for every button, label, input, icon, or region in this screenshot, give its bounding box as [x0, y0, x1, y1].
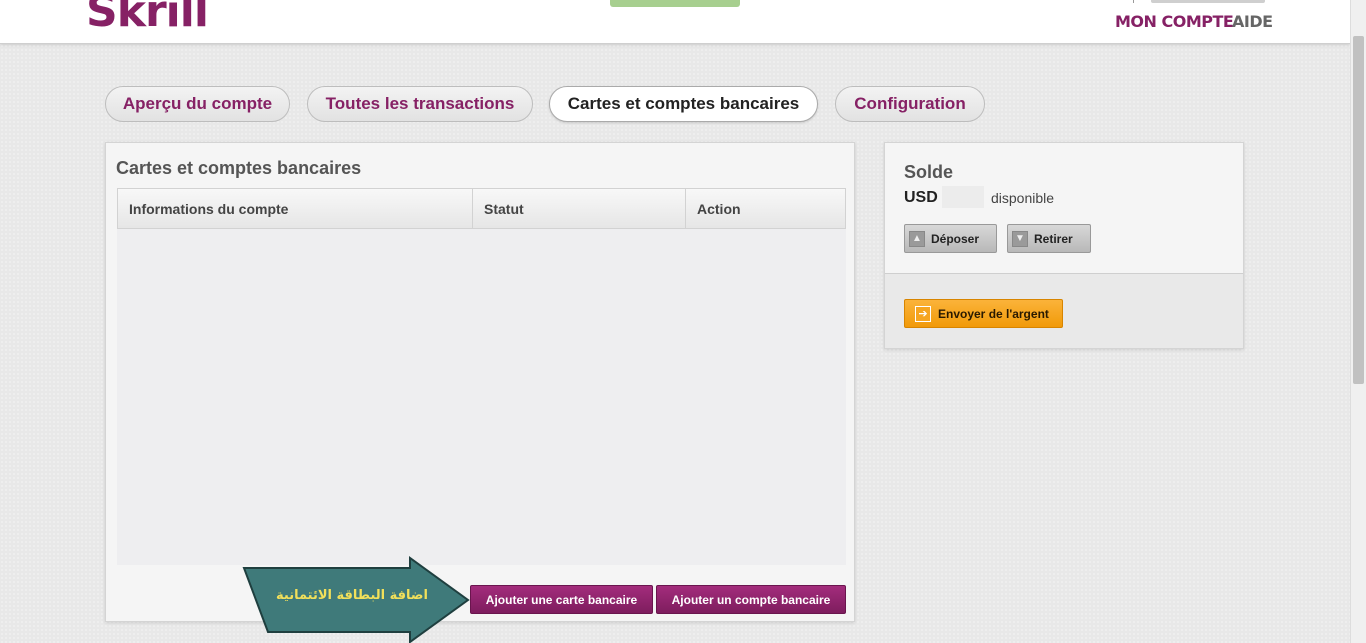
balance-currency: USD	[904, 189, 938, 206]
annotation-arrow: اضافة البطاقة الائتمانية	[242, 556, 470, 643]
page-scrollbar[interactable]	[1350, 0, 1366, 643]
top-header: Skrill MON COMPTE AIDE	[0, 0, 1350, 44]
column-header-status: Statut	[473, 189, 686, 228]
send-arrow-icon: ➔	[915, 305, 931, 322]
green-action-button[interactable]	[610, 0, 740, 7]
deposit-button[interactable]: ▲ Déposer	[904, 224, 997, 253]
balance-amount-redacted	[942, 186, 984, 208]
column-header-account-info: Informations du compte	[118, 189, 473, 228]
withdraw-label: Retirer	[1034, 231, 1073, 246]
table-body	[117, 229, 846, 565]
arrow-down-icon: ▼	[1012, 230, 1028, 247]
panel-title: Cartes et comptes bancaires	[116, 158, 362, 178]
table-header: Informations du compte Statut Action	[117, 188, 846, 229]
balance-available-label: disponible	[991, 190, 1055, 206]
withdraw-button[interactable]: ▼ Retirer	[1007, 224, 1091, 253]
annotation-text: اضافة البطاقة الائتمانية	[276, 588, 428, 603]
skrill-logo[interactable]: Skrill	[86, 0, 209, 37]
deposit-label: Déposer	[931, 231, 980, 246]
balance-title: Solde	[904, 162, 954, 182]
column-header-action: Action	[697, 200, 741, 217]
tab-apercu-du-compte[interactable]: Aperçu du compte	[105, 86, 290, 122]
send-money-label: Envoyer de l'argent	[938, 306, 1049, 321]
send-money-button[interactable]: ➔ Envoyer de l'argent	[904, 299, 1063, 328]
nav-mon-compte[interactable]: MON COMPTE	[1115, 12, 1234, 31]
top-separator	[1133, 0, 1134, 3]
nav-aide[interactable]: AIDE	[1232, 12, 1273, 31]
cards-accounts-panel: Cartes et comptes bancaires Informations…	[105, 142, 855, 622]
tab-configuration[interactable]: Configuration	[835, 86, 985, 122]
top-search-input[interactable]	[1151, 0, 1265, 3]
add-bank-account-button[interactable]: Ajouter un compte bancaire	[656, 585, 846, 614]
arrow-up-icon: ▲	[909, 230, 925, 247]
scrollbar-thumb[interactable]	[1353, 36, 1364, 384]
add-card-button[interactable]: Ajouter une carte bancaire	[470, 585, 653, 614]
tab-cartes-et-comptes[interactable]: Cartes et comptes bancaires	[549, 86, 818, 122]
tab-toutes-les-transactions[interactable]: Toutes les transactions	[307, 86, 533, 122]
balance-panel: Solde USD disponible ▲ Déposer ▼ Retirer…	[884, 142, 1244, 349]
